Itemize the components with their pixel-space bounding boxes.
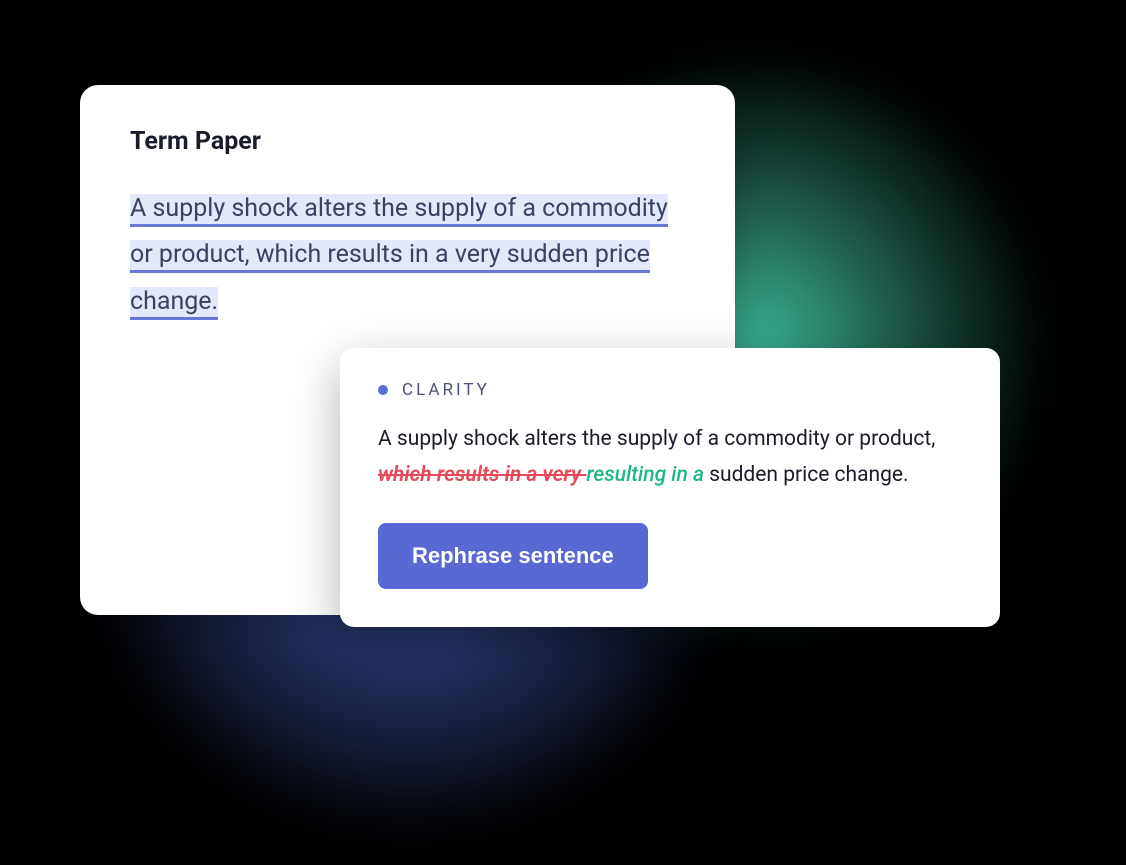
strikethrough-text: which results in a very <box>378 463 586 487</box>
suggestion-text-after: sudden price change. <box>709 463 908 487</box>
suggestion-text: A supply shock alters the supply of a co… <box>378 422 962 493</box>
document-body[interactable]: A supply shock alters the supply of a co… <box>130 186 685 325</box>
rephrase-button[interactable]: Rephrase sentence <box>378 523 648 589</box>
suggestion-category-label: CLARITY <box>402 380 490 400</box>
replacement-text: resulting in a <box>586 463 709 487</box>
suggestion-popover: CLARITY A supply shock alters the supply… <box>340 348 1000 627</box>
category-dot-icon <box>378 385 388 395</box>
highlighted-sentence[interactable]: A supply shock alters the supply of a co… <box>130 194 668 320</box>
suggestion-text-before: A supply shock alters the supply of a co… <box>378 427 935 451</box>
suggestion-header: CLARITY <box>378 380 962 400</box>
document-title: Term Paper <box>130 127 685 156</box>
